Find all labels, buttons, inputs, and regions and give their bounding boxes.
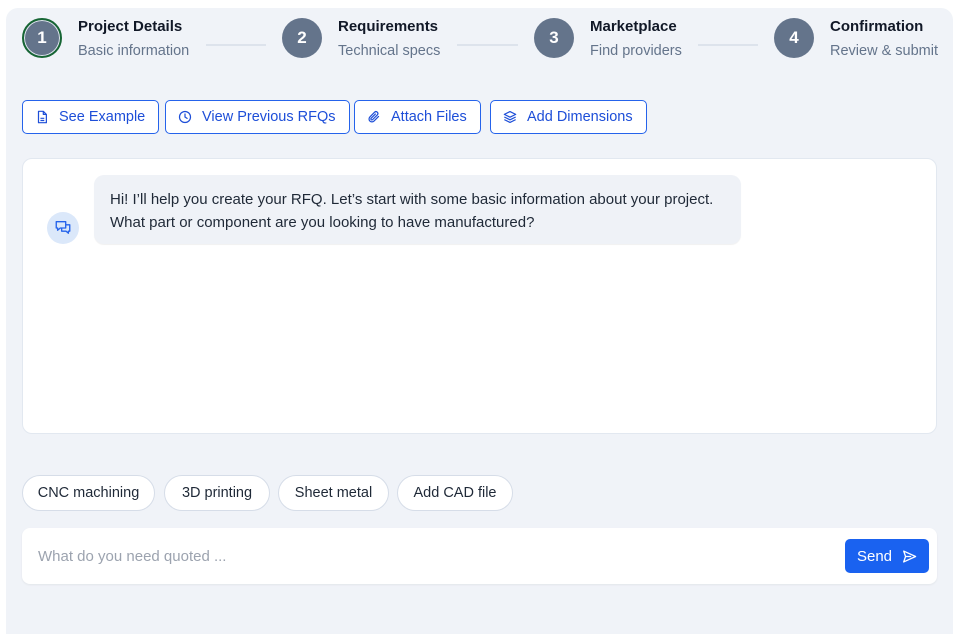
- suggestion-chip-3d-printing[interactable]: 3D printing: [164, 475, 270, 511]
- view-previous-rfqs-label: View Previous RFQs: [202, 109, 336, 125]
- step-title: Requirements: [338, 18, 439, 35]
- attach-files-button[interactable]: Attach Files: [354, 100, 481, 134]
- step-marketplace[interactable]: 3 Marketplace Find providers: [534, 18, 682, 60]
- step-title: Marketplace: [590, 18, 677, 35]
- step-number-badge: 2: [282, 18, 322, 58]
- chat-bubbles-icon: [54, 219, 72, 237]
- view-previous-rfqs-button[interactable]: View Previous RFQs: [165, 100, 350, 134]
- step-number-badge: 1: [22, 18, 62, 58]
- step-subtitle: Basic information: [78, 43, 190, 59]
- send-icon: [892, 549, 917, 564]
- layers-icon: [503, 110, 517, 124]
- send-label: Send: [856, 547, 893, 565]
- see-example-label: See Example: [59, 109, 146, 125]
- step-confirmation[interactable]: 4 Confirmation Review & submit: [774, 18, 938, 60]
- step-project-details[interactable]: 1 Project Details Basic information: [22, 18, 189, 60]
- step-connector: [698, 44, 758, 46]
- message-composer: Send: [22, 528, 937, 584]
- step-number-badge: 3: [534, 18, 574, 58]
- step-requirements[interactable]: 2 Requirements Technical specs: [282, 18, 440, 60]
- attach-files-label: Attach Files: [391, 109, 467, 125]
- message-input[interactable]: [38, 540, 838, 572]
- step-title: Confirmation: [830, 18, 924, 35]
- add-dimensions-button[interactable]: Add Dimensions: [490, 100, 647, 134]
- see-example-button[interactable]: See Example: [22, 100, 160, 134]
- document-icon: [35, 110, 49, 124]
- suggestion-chip-sheet-metal[interactable]: Sheet metal: [278, 475, 389, 511]
- step-subtitle: Review & submit: [830, 43, 938, 59]
- step-connector: [457, 44, 518, 46]
- step-subtitle: Find providers: [590, 43, 682, 59]
- clock-icon: [178, 110, 192, 124]
- suggestion-chip-add-cad-file[interactable]: Add CAD file: [397, 475, 513, 511]
- assistant-message: Hi! I’ll help you create your RFQ. Let’s…: [94, 175, 741, 244]
- add-dimensions-label: Add Dimensions: [527, 109, 633, 125]
- send-button[interactable]: Send: [845, 539, 929, 573]
- suggestion-chip-cnc-machining[interactable]: CNC machining: [22, 475, 155, 511]
- step-connector: [206, 44, 266, 46]
- step-title: Project Details: [78, 18, 183, 35]
- assistant-avatar: [47, 212, 79, 244]
- step-subtitle: Technical specs: [338, 43, 441, 59]
- step-number-badge: 4: [774, 18, 814, 58]
- paperclip-icon: [367, 110, 381, 124]
